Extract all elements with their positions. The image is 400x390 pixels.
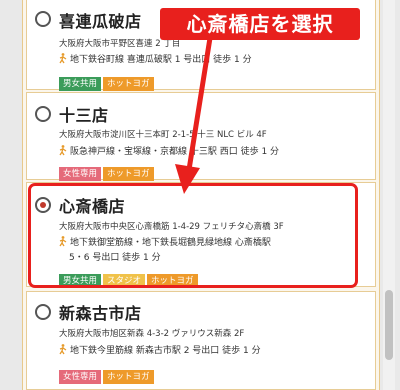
store-tags: 男女共用 ホットヨガ xyxy=(59,71,156,91)
store-radio[interactable] xyxy=(35,106,51,122)
tag-hot-yoga: ホットヨガ xyxy=(103,370,154,384)
store-card[interactable]: 新森古市店 大阪府大阪市旭区新森 4-3-2 ヴァリウス新森 2F 地下鉄今里筋… xyxy=(26,291,376,390)
walking-person-icon xyxy=(59,53,67,64)
tag-unisex: 男女共用 xyxy=(59,77,102,91)
tag-hot-yoga: ホットヨガ xyxy=(103,167,154,181)
store-radio[interactable] xyxy=(35,11,51,27)
store-tags: 女性専用 ホットヨガ xyxy=(59,364,156,384)
store-access: 地下鉄谷町線 喜連瓜破駅 1 号出口 徒歩 1 分 xyxy=(59,52,252,65)
store-address: 大阪府大阪市旭区新森 4-3-2 ヴァリウス新森 2F xyxy=(59,329,245,339)
annotation-callout: 心斎橋店を選択 xyxy=(160,8,360,40)
store-address: 大阪府大阪市淀川区十三本町 2-1-5 十三 NLC ビル 4F xyxy=(59,130,267,140)
tag-hot-yoga: ホットヨガ xyxy=(103,77,154,91)
store-name: 十三店 xyxy=(59,106,109,125)
walking-person-icon xyxy=(59,145,67,156)
store-radio[interactable] xyxy=(35,304,51,320)
tag-women-only: 女性専用 xyxy=(59,167,102,181)
store-tags: 女性専用 ホットヨガ xyxy=(59,161,156,181)
walking-person-icon xyxy=(59,344,67,355)
tag-women-only: 女性専用 xyxy=(59,370,102,384)
scrollbar-thumb[interactable] xyxy=(385,290,393,360)
store-name: 喜連瓜破店 xyxy=(59,12,142,31)
selection-highlight-box xyxy=(28,183,358,288)
store-name: 新森古市店 xyxy=(59,304,142,323)
annotation-arrow-icon xyxy=(175,36,213,194)
scrollbar[interactable] xyxy=(383,0,395,390)
store-access: 地下鉄今里筋線 新森古市駅 2 号出口 徒歩 1 分 xyxy=(59,343,261,356)
